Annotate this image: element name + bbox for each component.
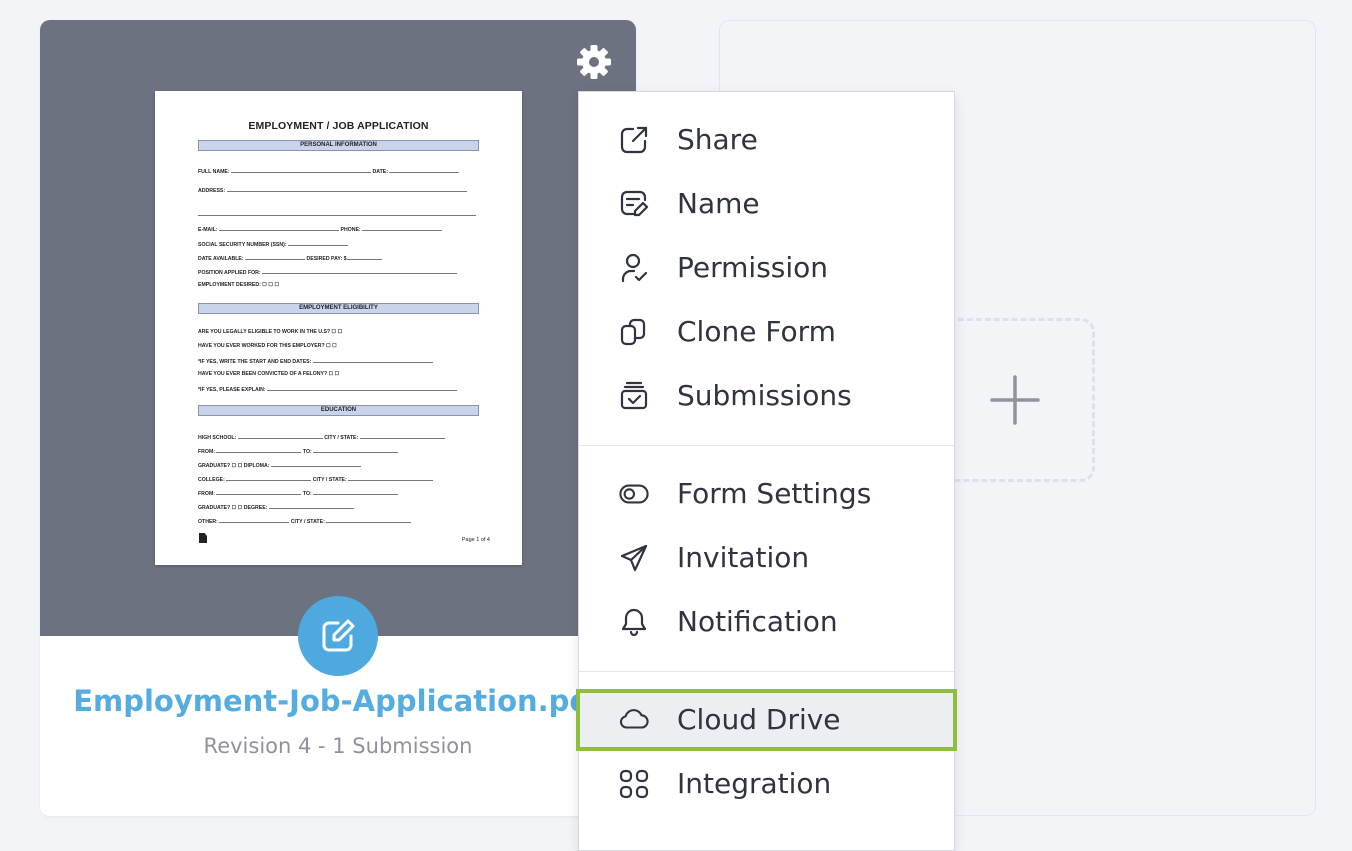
form-preview-thumbnail[interactable]: EMPLOYMENT / JOB APPLICATION PERSONAL IN… [155,91,522,565]
form-card: EMPLOYMENT / JOB APPLICATION PERSONAL IN… [40,20,636,816]
document-logo [199,533,207,543]
cloud-icon [619,705,649,735]
menu-item-name[interactable]: Name [579,176,954,232]
menu-item-cloud-drive[interactable]: Cloud Drive [576,689,957,751]
preview-line: FULL NAME: DATE: [198,166,479,176]
add-form-button[interactable] [935,318,1095,482]
preview-section-header: EDUCATION [198,405,479,416]
menu-item-label: Share [677,123,758,156]
menu-item-label: Permission [677,251,829,284]
menu-item-label: Integration [677,767,832,800]
preview-title: EMPLOYMENT / JOB APPLICATION [248,120,429,132]
preview-line: HIGH SCHOOL: CITY / STATE: [198,432,479,442]
menu-item-invitation[interactable]: Invitation [579,530,954,586]
preview-section-header: PERSONAL INFORMATION [198,140,479,151]
preview-line: OTHER: CITY / STATE: [198,516,479,526]
preview-line: GRADUATE? ☐ ☐ DIPLOMA: [198,460,479,470]
send-icon [619,543,649,573]
inbox-icon [619,381,649,411]
form-revision-info: Revision 4 - 1 Submission [203,734,473,758]
menu-item-form-settings[interactable]: Form Settings [579,466,954,522]
preview-line: COLLEGE: CITY / STATE: [198,474,479,484]
menu-divider [579,445,954,446]
preview-line: *IF YES, WRITE THE START AND END DATES: [198,356,479,366]
menu-item-permission[interactable]: Permission [579,240,954,296]
preview-line: EMPLOYMENT DESIRED: ☐ ☐ ☐ [198,282,280,288]
form-options-menu: Share Name Permission Clone Form Submiss… [576,91,957,851]
plus-icon [990,375,1040,425]
menu-item-label: Form Settings [677,477,872,510]
preview-line: GRADUATE? ☐ ☐ DEGREE: [198,502,479,512]
user-check-icon [619,253,649,283]
menu-item-integration[interactable]: Integration [579,756,954,812]
preview-line: POSITION APPLIED FOR: [198,267,479,277]
preview-line: HAVE YOU EVER WORKED FOR THIS EMPLOYER? … [198,343,337,349]
preview-line: DATE AVAILABLE: DESIRED PAY: $ [198,253,479,263]
share-icon [619,125,649,155]
menu-item-label: Submissions [677,379,852,412]
clone-icon [619,317,649,347]
preview-line: E-MAIL: PHONE: [198,224,479,234]
toggle-icon [619,479,649,509]
menu-item-label: Clone Form [677,315,836,348]
preview-page-label: Page 1 of 4 [461,537,490,543]
preview-line: HAVE YOU EVER BEEN CONVICTED OF A FELONY… [198,371,340,377]
menu-item-label: Name [677,187,760,220]
menu-item-label: Notification [677,605,838,638]
grid-icon [619,769,649,799]
preview-line: SOCIAL SECURITY NUMBER (SSN): [198,239,479,249]
menu-item-share[interactable]: Share [579,112,954,168]
preview-line: ADDRESS: [198,185,479,195]
preview-line: FROM: TO: [198,446,479,456]
preview-section-header: EMPLOYMENT ELIGIBILITY [198,303,479,314]
form-card-header: EMPLOYMENT / JOB APPLICATION PERSONAL IN… [40,20,636,636]
bell-icon [619,607,649,637]
form-filename[interactable]: Employment-Job-Application.pdf [40,684,636,718]
menu-item-label: Cloud Drive [677,703,841,736]
menu-divider [579,671,954,672]
preview-line: ARE YOU LEGALLY ELIGIBLE TO WORK IN THE … [198,329,343,335]
gear-icon[interactable] [574,42,614,82]
menu-item-notification[interactable]: Notification [579,594,954,650]
preview-line: *IF YES, PLEASE EXPLAIN: [198,384,479,394]
edit-icon [322,619,355,652]
menu-item-clone-form[interactable]: Clone Form [579,304,954,360]
preview-line: FROM: TO: [198,488,479,498]
rename-icon [619,189,649,219]
preview-line [198,209,479,219]
menu-item-label: Invitation [677,541,810,574]
edit-form-button[interactable] [298,596,378,676]
menu-item-submissions[interactable]: Submissions [579,368,954,424]
